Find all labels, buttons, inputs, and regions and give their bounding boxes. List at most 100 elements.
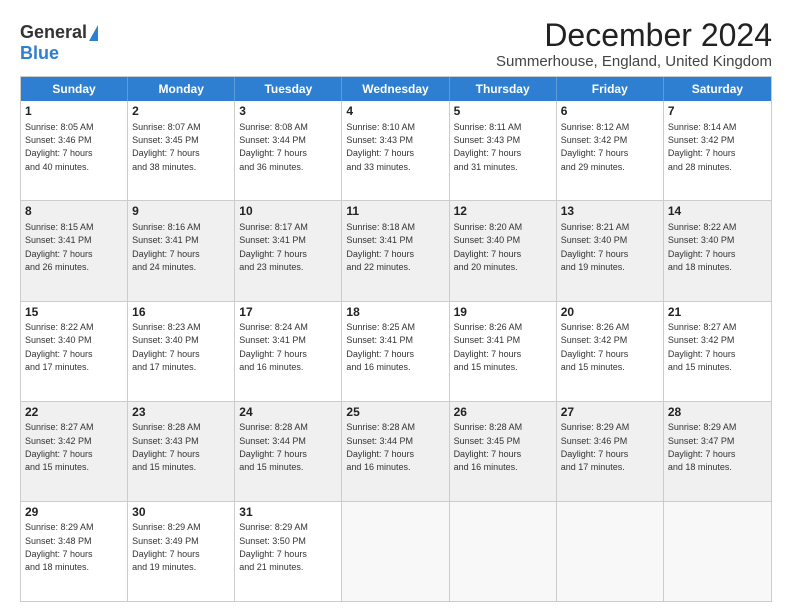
calendar-cell: 14 Sunrise: 8:22 AM Sunset: 3:40 PM Dayli… [664, 201, 771, 300]
day-number: 29 [25, 505, 123, 521]
day-info: Sunrise: 8:20 AM Sunset: 3:40 PM Dayligh… [454, 222, 523, 272]
calendar-cell: 23Sunrise: 8:28 AM Sunset: 3:43 PM Dayli… [128, 402, 235, 501]
day-info: Sunrise: 8:14 AM Sunset: 3:42 PM Dayligh… [668, 122, 737, 172]
day-info: Sunrise: 8:28 AM Sunset: 3:44 PM Dayligh… [239, 422, 308, 472]
header-day-friday: Friday [557, 77, 664, 101]
day-number: 19 [454, 305, 552, 321]
calendar-cell: 30Sunrise: 8:29 AM Sunset: 3:49 PM Dayli… [128, 502, 235, 601]
day-info: Sunrise: 8:12 AM Sunset: 3:42 PM Dayligh… [561, 122, 630, 172]
day-number: 16 [132, 305, 230, 321]
day-number: 1 [25, 104, 123, 120]
page: General Blue December 2024 Summerhouse, … [0, 0, 792, 612]
calendar-row-1: 8 Sunrise: 8:15 AM Sunset: 3:41 PM Daylig… [21, 200, 771, 300]
day-number: 11 [346, 204, 444, 220]
day-number: 10 [239, 204, 337, 220]
day-info: Sunrise: 8:15 AM Sunset: 3:41 PM Dayligh… [25, 222, 94, 272]
title-block: December 2024 Summerhouse, England, Unit… [496, 18, 772, 70]
day-info: Sunrise: 8:29 AM Sunset: 3:49 PM Dayligh… [132, 522, 201, 572]
calendar-cell: 9Sunrise: 8:16 AM Sunset: 3:41 PM Daylig… [128, 201, 235, 300]
day-info: Sunrise: 8:16 AM Sunset: 3:41 PM Dayligh… [132, 222, 201, 272]
calendar-cell: 7 Sunrise: 8:14 AM Sunset: 3:42 PM Daylig… [664, 101, 771, 200]
day-number: 14 [668, 204, 767, 220]
day-number: 15 [25, 305, 123, 321]
header: General Blue December 2024 Summerhouse, … [20, 18, 772, 70]
day-info: Sunrise: 8:26 AM Sunset: 3:41 PM Dayligh… [454, 322, 523, 372]
header-day-wednesday: Wednesday [342, 77, 449, 101]
day-number: 26 [454, 405, 552, 421]
calendar-cell: 25Sunrise: 8:28 AM Sunset: 3:44 PM Dayli… [342, 402, 449, 501]
header-day-saturday: Saturday [664, 77, 771, 101]
calendar-header: SundayMondayTuesdayWednesdayThursdayFrid… [21, 77, 771, 101]
calendar-cell: 4 Sunrise: 8:10 AM Sunset: 3:43 PM Daylig… [342, 101, 449, 200]
day-number: 28 [668, 405, 767, 421]
day-info: Sunrise: 8:17 AM Sunset: 3:41 PM Dayligh… [239, 222, 308, 272]
day-info: Sunrise: 8:26 AM Sunset: 3:42 PM Dayligh… [561, 322, 630, 372]
day-info: Sunrise: 8:28 AM Sunset: 3:44 PM Dayligh… [346, 422, 415, 472]
day-info: Sunrise: 8:23 AM Sunset: 3:40 PM Dayligh… [132, 322, 201, 372]
main-title: December 2024 [496, 18, 772, 53]
calendar-cell [342, 502, 449, 601]
day-info: Sunrise: 8:22 AM Sunset: 3:40 PM Dayligh… [668, 222, 737, 272]
day-number: 27 [561, 405, 659, 421]
calendar-cell: 17Sunrise: 8:24 AM Sunset: 3:41 PM Dayli… [235, 302, 342, 401]
calendar-cell: 19Sunrise: 8:26 AM Sunset: 3:41 PM Dayli… [450, 302, 557, 401]
calendar-cell: 12 Sunrise: 8:20 AM Sunset: 3:40 PM Dayli… [450, 201, 557, 300]
day-number: 31 [239, 505, 337, 521]
calendar-cell [450, 502, 557, 601]
day-number: 25 [346, 405, 444, 421]
calendar-cell [664, 502, 771, 601]
day-number: 30 [132, 505, 230, 521]
day-info: Sunrise: 8:27 AM Sunset: 3:42 PM Dayligh… [668, 322, 737, 372]
calendar-cell: 16Sunrise: 8:23 AM Sunset: 3:40 PM Dayli… [128, 302, 235, 401]
calendar-cell: 8 Sunrise: 8:15 AM Sunset: 3:41 PM Daylig… [21, 201, 128, 300]
calendar-cell: 13Sunrise: 8:21 AM Sunset: 3:40 PM Dayli… [557, 201, 664, 300]
day-number: 3 [239, 104, 337, 120]
calendar-cell: 24Sunrise: 8:28 AM Sunset: 3:44 PM Dayli… [235, 402, 342, 501]
day-info: Sunrise: 8:18 AM Sunset: 3:41 PM Dayligh… [346, 222, 415, 272]
day-info: Sunrise: 8:07 AM Sunset: 3:45 PM Dayligh… [132, 122, 201, 172]
logo: General Blue [20, 22, 98, 64]
header-day-monday: Monday [128, 77, 235, 101]
calendar-cell: 10 Sunrise: 8:17 AM Sunset: 3:41 PM Dayli… [235, 201, 342, 300]
calendar-cell: 3 Sunrise: 8:08 AM Sunset: 3:44 PM Daylig… [235, 101, 342, 200]
day-number: 20 [561, 305, 659, 321]
day-number: 7 [668, 104, 767, 120]
day-info: Sunrise: 8:08 AM Sunset: 3:44 PM Dayligh… [239, 122, 308, 172]
calendar-cell: 31Sunrise: 8:29 AM Sunset: 3:50 PM Dayli… [235, 502, 342, 601]
day-number: 17 [239, 305, 337, 321]
day-info: Sunrise: 8:29 AM Sunset: 3:46 PM Dayligh… [561, 422, 630, 472]
day-info: Sunrise: 8:28 AM Sunset: 3:43 PM Dayligh… [132, 422, 201, 472]
day-info: Sunrise: 8:11 AM Sunset: 3:43 PM Dayligh… [454, 122, 522, 172]
header-day-thursday: Thursday [450, 77, 557, 101]
day-info: Sunrise: 8:29 AM Sunset: 3:47 PM Dayligh… [668, 422, 737, 472]
day-info: Sunrise: 8:25 AM Sunset: 3:41 PM Dayligh… [346, 322, 415, 372]
calendar-cell: 22Sunrise: 8:27 AM Sunset: 3:42 PM Dayli… [21, 402, 128, 501]
calendar-cell: 18Sunrise: 8:25 AM Sunset: 3:41 PM Dayli… [342, 302, 449, 401]
day-number: 21 [668, 305, 767, 321]
calendar-cell: 21Sunrise: 8:27 AM Sunset: 3:42 PM Dayli… [664, 302, 771, 401]
header-day-sunday: Sunday [21, 77, 128, 101]
day-info: Sunrise: 8:10 AM Sunset: 3:43 PM Dayligh… [346, 122, 415, 172]
header-day-tuesday: Tuesday [235, 77, 342, 101]
calendar-cell: 20Sunrise: 8:26 AM Sunset: 3:42 PM Dayli… [557, 302, 664, 401]
day-number: 12 [454, 204, 552, 220]
day-number: 6 [561, 104, 659, 120]
logo-blue-text: Blue [20, 43, 59, 64]
day-number: 4 [346, 104, 444, 120]
calendar-cell: 15Sunrise: 8:22 AM Sunset: 3:40 PM Dayli… [21, 302, 128, 401]
day-number: 23 [132, 405, 230, 421]
day-number: 2 [132, 104, 230, 120]
day-info: Sunrise: 8:24 AM Sunset: 3:41 PM Dayligh… [239, 322, 308, 372]
day-number: 5 [454, 104, 552, 120]
calendar-cell: 11 Sunrise: 8:18 AM Sunset: 3:41 PM Dayli… [342, 201, 449, 300]
day-number: 8 [25, 204, 123, 220]
day-info: Sunrise: 8:29 AM Sunset: 3:48 PM Dayligh… [25, 522, 94, 572]
calendar-cell: 1Sunrise: 8:05 AM Sunset: 3:46 PM Daylig… [21, 101, 128, 200]
day-number: 13 [561, 204, 659, 220]
calendar-row-0: 1Sunrise: 8:05 AM Sunset: 3:46 PM Daylig… [21, 101, 771, 200]
calendar-cell: 27Sunrise: 8:29 AM Sunset: 3:46 PM Dayli… [557, 402, 664, 501]
day-info: Sunrise: 8:29 AM Sunset: 3:50 PM Dayligh… [239, 522, 308, 572]
calendar-cell: 2 Sunrise: 8:07 AM Sunset: 3:45 PM Daylig… [128, 101, 235, 200]
calendar-cell: 29Sunrise: 8:29 AM Sunset: 3:48 PM Dayli… [21, 502, 128, 601]
day-info: Sunrise: 8:28 AM Sunset: 3:45 PM Dayligh… [454, 422, 523, 472]
